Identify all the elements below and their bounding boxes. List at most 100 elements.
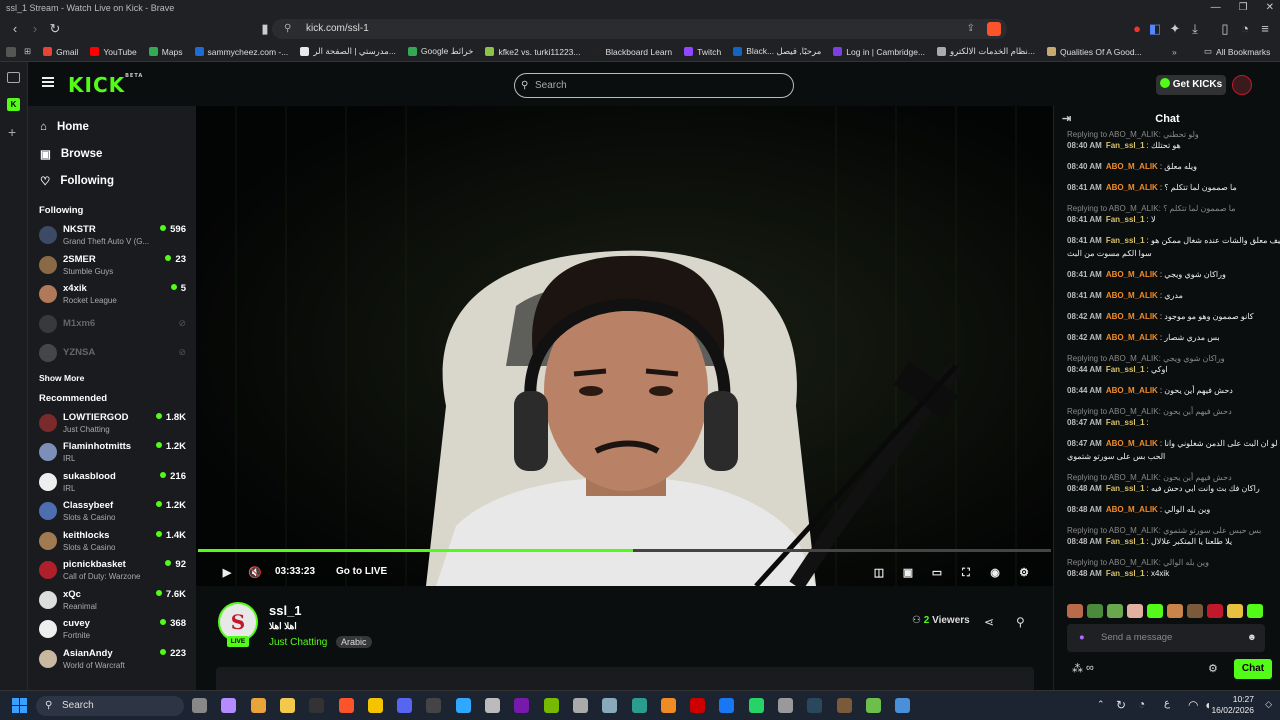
message-username[interactable]: ABO_M_ALIK <box>1106 505 1158 514</box>
bookmark-item[interactable]: Blackboard Learn <box>592 46 672 57</box>
chat-message[interactable]: 08:41 AM Fan_ssl_1: لا <box>1067 215 1156 224</box>
mute-icon[interactable]: 🔇 <box>248 566 262 580</box>
vlc-icon[interactable] <box>660 698 676 713</box>
show-more-link[interactable]: Show More <box>28 368 196 388</box>
whatsapp-icon[interactable] <box>748 698 764 713</box>
search-input[interactable]: ⚲ Search <box>514 73 794 98</box>
back-icon[interactable]: ‹ <box>6 20 24 38</box>
mic-icon[interactable]: ● <box>1079 624 1085 652</box>
nav-browse[interactable]: ▣ Browse <box>28 140 196 167</box>
chat-message[interactable]: 08:48 AM Fan_ssl_1: راكان فك بث وانت ابي … <box>1067 484 1260 493</box>
copilot-icon[interactable] <box>221 698 237 713</box>
emote-icon[interactable] <box>1067 604 1083 618</box>
mail-icon[interactable] <box>572 698 588 713</box>
message-username[interactable]: Fan_ssl_1 <box>1106 236 1145 245</box>
taskbar-search[interactable]: ⚲ Search <box>36 696 184 716</box>
chat-message[interactable]: 08:44 AM ABO_M_ALIK: دحش فيهم أين يحون <box>1067 386 1233 395</box>
kick-app-icon[interactable]: K <box>7 98 20 111</box>
chat-message[interactable]: 08:48 AM Fan_ssl_1: x4xik <box>1067 569 1169 578</box>
kicks-icon[interactable]: ⁂ <box>1072 662 1083 675</box>
message-username[interactable]: Fan_ssl_1 <box>1106 365 1145 374</box>
reply-preview[interactable]: Replying to ABO_M_ALIK: دحش فيهم أين يحو… <box>1067 407 1232 416</box>
share-icon[interactable]: ⇪ <box>967 19 975 39</box>
reply-preview[interactable]: Replying to ABO_M_ALIK: ما صممون لما تتك… <box>1067 204 1236 213</box>
epic-games-icon[interactable] <box>309 698 325 713</box>
audio-icon[interactable] <box>778 698 793 713</box>
message-username[interactable]: ABO_M_ALIK <box>1106 312 1158 321</box>
chat-message[interactable]: 08:41 AM ABO_M_ALIK: وراكان شوي ويجي <box>1067 270 1226 279</box>
reply-preview[interactable]: Replying to ABO_M_ALIK: وراكان شوي ويجي <box>1067 354 1225 363</box>
message-username[interactable]: Fan_ssl_1 <box>1106 215 1145 224</box>
clip-icon[interactable]: ◫ <box>872 566 886 580</box>
photos-icon[interactable] <box>602 698 618 713</box>
minimize-icon[interactable]: — <box>1211 0 1221 16</box>
go-to-live-button[interactable]: Go to LIVE <box>336 566 387 577</box>
emoji-icon[interactable]: ☻ <box>1247 624 1257 652</box>
bookmark-item[interactable]: مدرستي | الصفحة الر... <box>300 46 396 57</box>
chat-message[interactable]: 08:47 AM Fan_ssl_1: <box>1067 418 1151 427</box>
add-panel-icon[interactable]: + <box>8 124 16 140</box>
chat-message[interactable]: 08:41 AM ABO_M_ALIK: ما صممون لما تتكلم ؟ <box>1067 183 1237 192</box>
settings-gear-icon[interactable]: ⚙ <box>1017 566 1031 580</box>
chat-input[interactable]: ● Send a message ☻ <box>1067 624 1265 652</box>
miniplayer-icon[interactable]: ▣ <box>901 566 915 580</box>
wifi-icon[interactable]: ◠ <box>1188 698 1198 712</box>
extension-icon[interactable]: ● <box>1128 20 1146 38</box>
bookmark-item[interactable]: YouTube <box>90 46 137 57</box>
steam-icon[interactable] <box>807 698 823 713</box>
chat-message[interactable]: 08:42 AM ABO_M_ALIK: بس مدري شصار <box>1067 333 1220 342</box>
chat-message[interactable]: 08:48 AM ABO_M_ALIK: وين بله الوالي <box>1067 505 1210 514</box>
menu-icon[interactable]: ≡ <box>1256 20 1274 38</box>
chat-message[interactable]: 08:41 AM ABO_M_ALIK: مدري <box>1067 291 1183 300</box>
photoshop-icon[interactable] <box>455 698 471 713</box>
get-kicks-button[interactable]: Get KICKs <box>1156 75 1226 95</box>
chat-message[interactable]: 08:41 AM Fan_ssl_1: كيف معلق والشات عنده … <box>1067 236 1280 245</box>
hamburger-menu-icon[interactable] <box>42 77 54 87</box>
collapse-chat-icon[interactable]: ⇥ <box>1062 106 1071 132</box>
reply-preview[interactable]: Replying to ABO_M_ALIK: ولو تحطني <box>1067 130 1199 139</box>
nav-home[interactable]: ⌂ Home <box>28 113 196 140</box>
emote-icon[interactable] <box>1167 604 1183 618</box>
edge-icon[interactable] <box>631 698 647 713</box>
channel-row[interactable]: picnickbasket Call of Duty: Warzone 92 <box>28 555 196 585</box>
input-language[interactable]: ع <box>1164 698 1170 709</box>
bookmark-item[interactable]: Google خرائط <box>407 46 473 57</box>
play-icon[interactable]: ▶ <box>220 566 234 580</box>
more-bookmarks-icon[interactable]: » <box>1172 47 1177 57</box>
facebook-icon[interactable] <box>719 698 735 713</box>
send-chat-button[interactable]: Chat <box>1234 659 1272 679</box>
bookmark-item[interactable]: kfke2 vs. turki11223... <box>485 46 581 57</box>
tab-search-icon[interactable] <box>6 46 16 57</box>
channel-row[interactable]: Flaminhotmitts IRL 1.2K <box>28 437 196 467</box>
bookmark-item[interactable]: نظام الخدمات الالكترو... <box>937 46 1035 57</box>
channel-row[interactable]: M1xm6 ⊘ <box>28 309 196 339</box>
fullscreen-icon[interactable]: ⛶ <box>959 566 973 580</box>
message-username[interactable]: Fan_ssl_1 <box>1106 484 1145 493</box>
chat-message[interactable]: 08:42 AM ABO_M_ALIK: كانو صممون وهو مو مو… <box>1067 312 1254 321</box>
chat-message[interactable]: 08:44 AM Fan_ssl_1: اوكي <box>1067 365 1168 374</box>
discord-icon[interactable] <box>397 698 413 713</box>
channel-row[interactable]: keithlocks Slots & Casino 1.4K <box>28 526 196 556</box>
minecraft-icon[interactable] <box>836 698 852 713</box>
message-username[interactable]: ABO_M_ALIK <box>1106 386 1158 395</box>
onenote-icon[interactable] <box>514 698 530 713</box>
video-progress-bar[interactable] <box>198 549 1051 552</box>
bookmark-item[interactable]: Twitch <box>684 46 721 57</box>
widgets-icon[interactable] <box>192 698 207 713</box>
puzzle-icon[interactable]: ✦ <box>1166 20 1184 38</box>
channel-row[interactable]: AsianAndy World of Warcraft 223 <box>28 644 196 674</box>
tray-chevron-icon[interactable]: ⌃ <box>1097 699 1105 710</box>
chrome-icon[interactable] <box>250 698 266 713</box>
forward-icon[interactable]: › <box>26 20 44 38</box>
start-icon[interactable] <box>12 698 27 713</box>
network-icon[interactable]: ◔ <box>1138 697 1145 711</box>
message-username[interactable]: Fan_ssl_1 <box>1106 418 1145 427</box>
sidebar-toggle-icon[interactable]: ▯ <box>1216 20 1234 38</box>
emote-icon[interactable] <box>1087 604 1103 618</box>
bookmark-item[interactable]: Log in | Cambridge... <box>833 46 925 57</box>
follow-user-icon[interactable]: ⚲ <box>1016 615 1025 629</box>
channel-row[interactable]: sukasblood IRL 216 <box>28 467 196 497</box>
channel-row[interactable]: 2SMER Stumble Guys 23 <box>28 250 196 280</box>
reply-preview[interactable]: Replying to ABO_M_ALIK: وين بله الوالي <box>1067 558 1209 567</box>
chat-message[interactable]: 08:47 AM ABO_M_ALIK: لو ان البث على الدمن… <box>1067 439 1278 448</box>
